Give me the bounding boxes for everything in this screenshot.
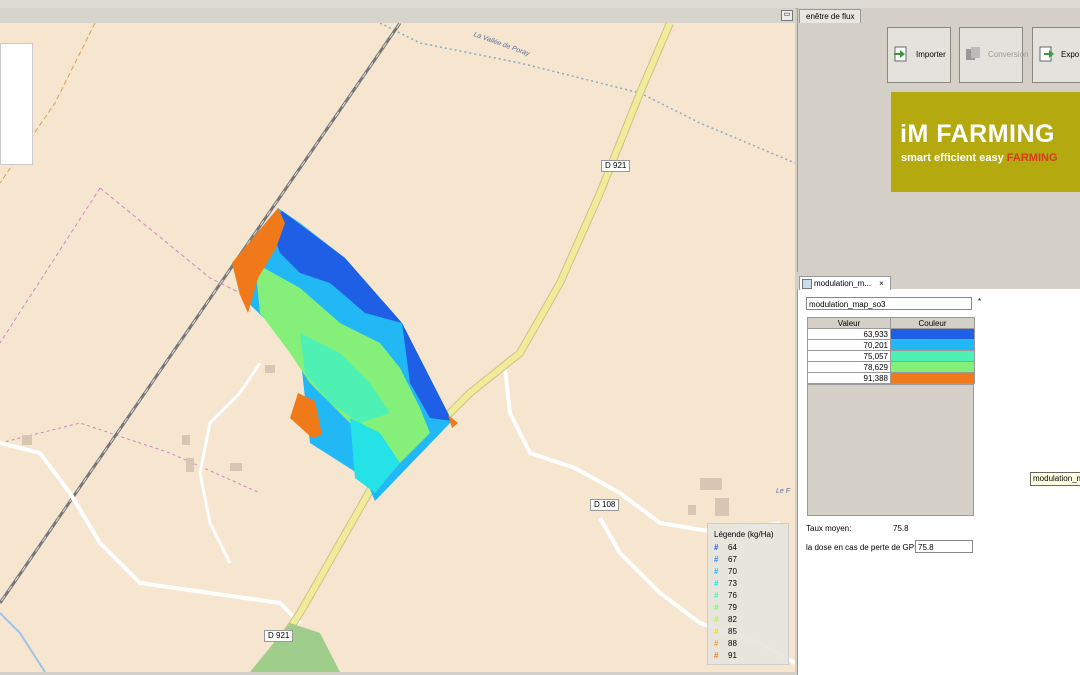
- road-label: D 921: [264, 630, 294, 642]
- column-header[interactable]: Couleur: [890, 317, 975, 329]
- table-empty-area: [807, 384, 974, 516]
- table-row[interactable]: 91,388: [807, 372, 975, 384]
- import-icon: [894, 46, 907, 62]
- road-label: D 921: [601, 160, 631, 172]
- legend-entry: #73: [714, 579, 737, 588]
- tooltip: modulation_ma: [1030, 472, 1080, 486]
- taux-label: Taux moyen:: [806, 524, 852, 533]
- legend-entry: #67: [714, 555, 737, 564]
- dose-input[interactable]: 75.8: [915, 540, 973, 553]
- legend-swatch-icon: #: [714, 543, 719, 552]
- import-button[interactable]: Importer: [887, 27, 951, 83]
- value-cell[interactable]: 91,388: [807, 372, 891, 384]
- building: [265, 365, 275, 373]
- legend-swatch-icon: #: [714, 651, 719, 660]
- value-cell[interactable]: 78,629: [807, 361, 891, 373]
- color-cell[interactable]: [890, 328, 975, 340]
- boundary-line: [0, 187, 101, 344]
- legend-entry: #82: [714, 615, 737, 624]
- close-icon[interactable]: ×: [879, 279, 884, 288]
- value-color-table: Valeur Couleur 63,933 70,201 75,057 78,6…: [807, 317, 975, 384]
- legend-swatch-icon: #: [714, 579, 719, 588]
- taux-value: 75.8: [893, 524, 909, 533]
- stream: [0, 612, 46, 672]
- road-label: D 108: [590, 499, 620, 511]
- building: [715, 498, 729, 516]
- convert-icon: [966, 47, 980, 60]
- im-farming-logo: iM FARMING smart efficient easy FARMING: [891, 92, 1080, 192]
- legend-swatch-icon: #: [714, 567, 719, 576]
- import-label: Importer: [916, 50, 946, 59]
- export-label: Expo: [1061, 50, 1080, 59]
- conversion-button[interactable]: Conversion: [959, 27, 1028, 83]
- map-canvas[interactable]: D 921 D 108 D 921 La Vallée de Poray Le …: [0, 23, 795, 672]
- local-road: [503, 367, 781, 536]
- export-icon: [1039, 46, 1054, 62]
- table-row[interactable]: 78,629: [807, 361, 975, 373]
- color-cell[interactable]: [890, 361, 975, 373]
- table-row[interactable]: 70,201: [807, 339, 975, 351]
- legend-swatch-icon: #: [714, 627, 719, 636]
- place-label: Le F: [776, 488, 791, 495]
- color-cell[interactable]: [890, 372, 975, 384]
- building: [182, 435, 190, 445]
- tab-modulation-label: modulation_m...: [814, 279, 871, 288]
- modified-indicator: *: [978, 297, 982, 306]
- dose-label: la dose en cas de perte de GPS:: [806, 543, 922, 552]
- map-icon: [802, 279, 812, 289]
- value-cell[interactable]: 70,201: [807, 339, 891, 351]
- legend-swatch-icon: #: [714, 639, 719, 648]
- legend-title: Légende (kg/Ha): [714, 530, 774, 539]
- table-row[interactable]: 75,057: [807, 350, 975, 362]
- legend-entry: #79: [714, 603, 737, 612]
- tab-modulation[interactable]: modulation_m... ×: [799, 276, 891, 290]
- modulation-field: [232, 208, 458, 501]
- color-cell[interactable]: [890, 350, 975, 362]
- legend-entry: #64: [714, 543, 737, 552]
- legend-entry: #91: [714, 651, 737, 660]
- legend-entry: #70: [714, 567, 737, 576]
- building: [688, 505, 696, 515]
- map-title-bar: [0, 8, 795, 24]
- legend-swatch-icon: #: [714, 603, 719, 612]
- map-name-field[interactable]: modulation_map_so3: [806, 297, 972, 310]
- building: [22, 435, 32, 445]
- table-row[interactable]: 63,933: [807, 328, 975, 340]
- export-button[interactable]: Expo: [1032, 27, 1080, 83]
- conversion-label: Conversion: [988, 50, 1029, 59]
- color-cell[interactable]: [890, 339, 975, 351]
- map-svg: [0, 23, 795, 672]
- local-road: [0, 441, 302, 625]
- boundary-line: [0, 422, 261, 494]
- building: [230, 463, 242, 471]
- tab-flux[interactable]: enêtre de flux: [799, 9, 862, 23]
- logo-title: iM FARMING: [900, 120, 1055, 148]
- legend-swatch-icon: #: [714, 615, 719, 624]
- map-legend: Légende (kg/Ha) #64 #67 #70 #73 #76 #79 …: [707, 523, 789, 665]
- building: [186, 458, 194, 472]
- value-cell[interactable]: 75,057: [807, 350, 891, 362]
- logo-tagline: smart efficient easy FARMING: [901, 152, 1058, 164]
- legend-entry: #88: [714, 639, 737, 648]
- legend-swatch-icon: #: [714, 555, 719, 564]
- boundary-line: [379, 23, 795, 164]
- minimize-button[interactable]: ▭: [781, 10, 793, 21]
- column-header[interactable]: Valeur: [807, 317, 891, 329]
- legend-swatch-icon: #: [714, 591, 719, 600]
- legend-entry: #85: [714, 627, 737, 636]
- legend-entry: #76: [714, 591, 737, 600]
- value-cell[interactable]: 63,933: [807, 328, 891, 340]
- overview-panel: [0, 43, 33, 165]
- building: [700, 478, 722, 490]
